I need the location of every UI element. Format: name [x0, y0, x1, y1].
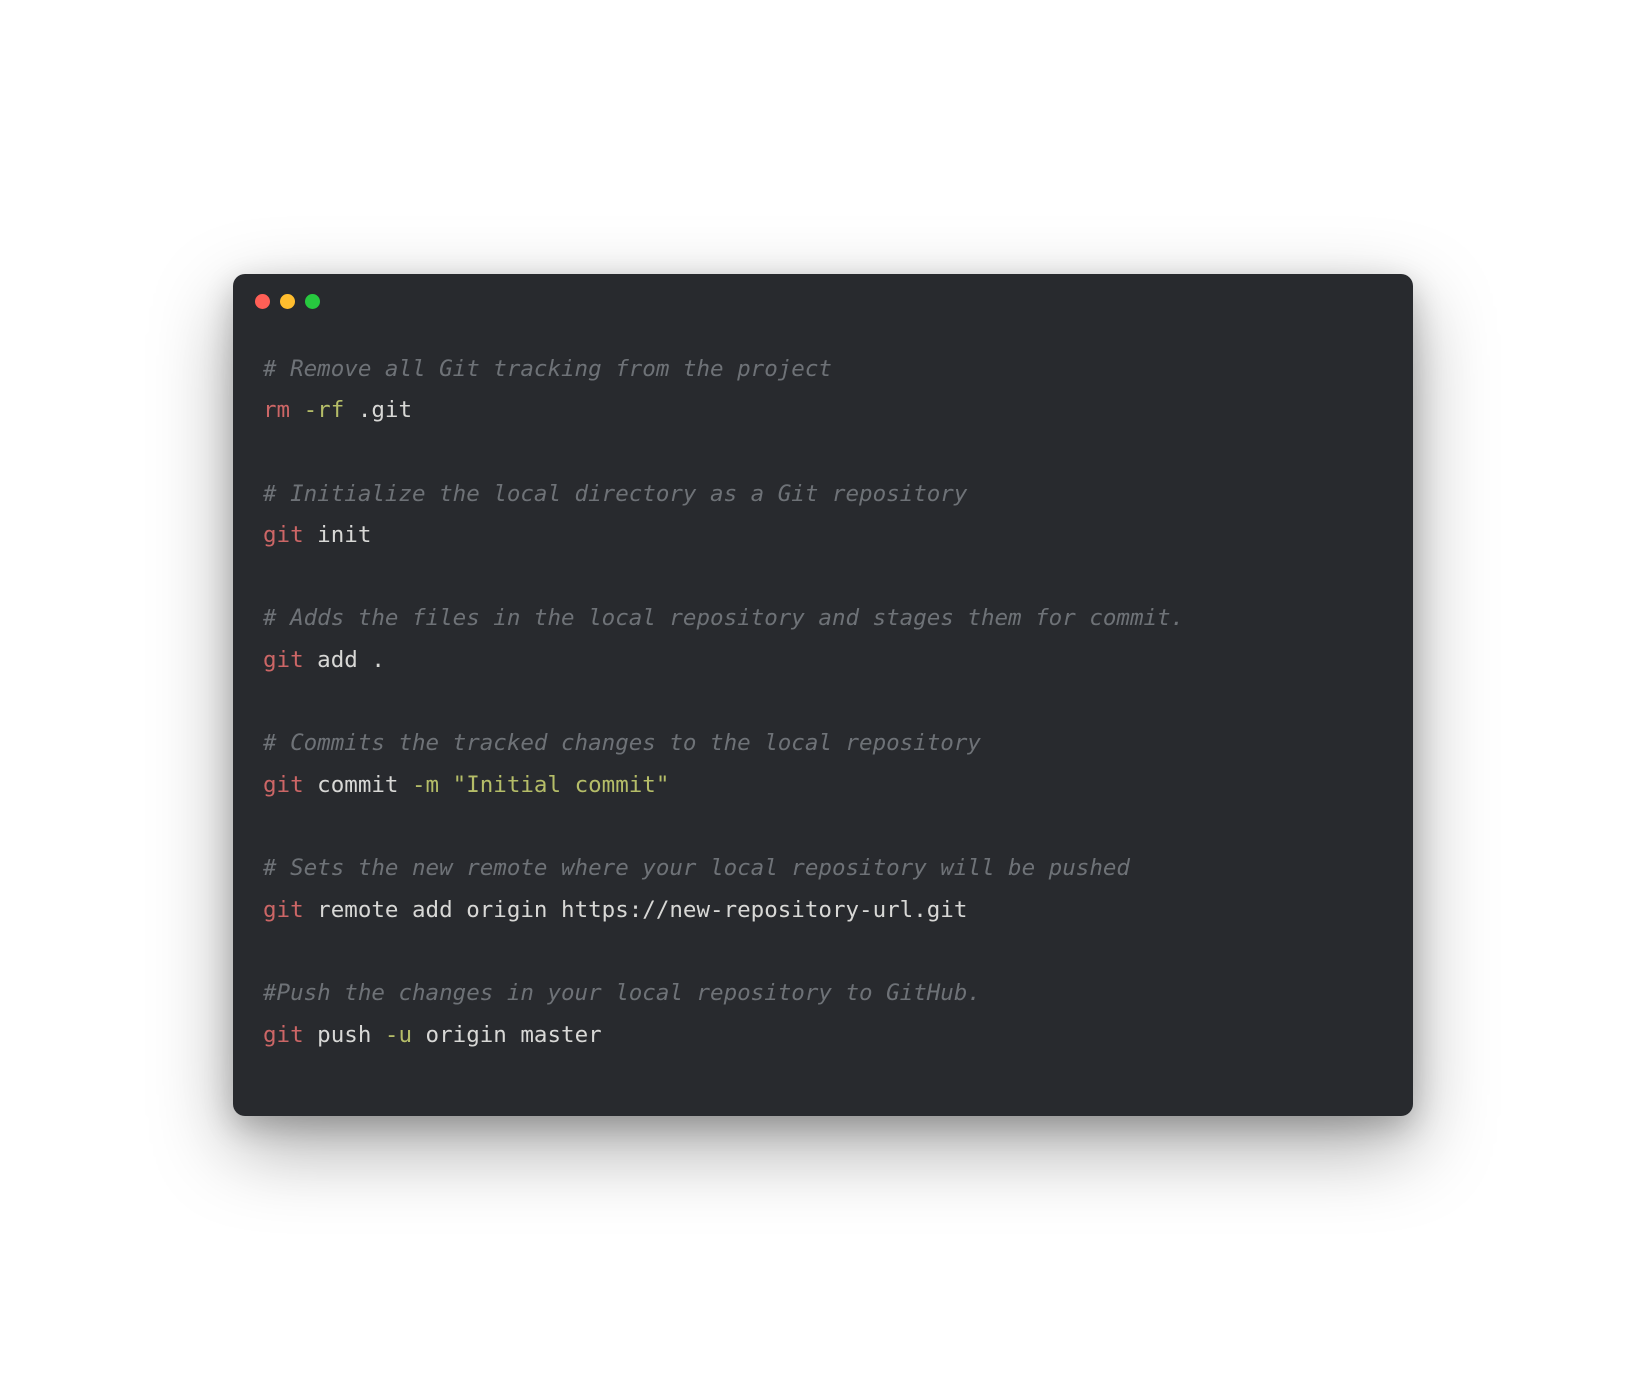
- command-token: rm: [263, 397, 290, 423]
- command-token: git: [263, 1022, 304, 1048]
- blank-line: [263, 682, 1383, 724]
- arg-token: init: [304, 522, 372, 548]
- arg-token: origin master: [412, 1022, 602, 1048]
- close-icon[interactable]: [255, 294, 270, 309]
- command-token: git: [263, 647, 304, 673]
- command-token: git: [263, 772, 304, 798]
- blank-line: [263, 931, 1383, 973]
- blank-line: [263, 807, 1383, 849]
- string-token: "Initial commit": [453, 772, 670, 798]
- comment-line: # Sets the new remote where your local r…: [263, 855, 1130, 881]
- arg-token: remote add origin https://new-repository…: [304, 897, 968, 923]
- code-block: # Remove all Git tracking from the proje…: [233, 309, 1413, 1117]
- flag-token: -rf: [290, 397, 344, 423]
- minimize-icon[interactable]: [280, 294, 295, 309]
- terminal-window: # Remove all Git tracking from the proje…: [233, 274, 1413, 1117]
- comment-line: #Push the changes in your local reposito…: [263, 980, 981, 1006]
- blank-line: [263, 432, 1383, 474]
- comment-line: # Initialize the local directory as a Gi…: [263, 481, 967, 507]
- arg-token: commit: [304, 772, 412, 798]
- flag-token: -u: [385, 1022, 412, 1048]
- comment-line: # Adds the files in the local repository…: [263, 605, 1184, 631]
- arg-token: .git: [344, 397, 412, 423]
- space-token: [439, 772, 453, 798]
- comment-line: # Remove all Git tracking from the proje…: [263, 356, 832, 382]
- blank-line: [263, 557, 1383, 599]
- comment-line: # Commits the tracked changes to the loc…: [263, 730, 981, 756]
- command-token: git: [263, 897, 304, 923]
- arg-token: push: [304, 1022, 385, 1048]
- command-token: git: [263, 522, 304, 548]
- flag-token: -m: [412, 772, 439, 798]
- window-titlebar: [233, 274, 1413, 309]
- zoom-icon[interactable]: [305, 294, 320, 309]
- arg-token: add .: [304, 647, 385, 673]
